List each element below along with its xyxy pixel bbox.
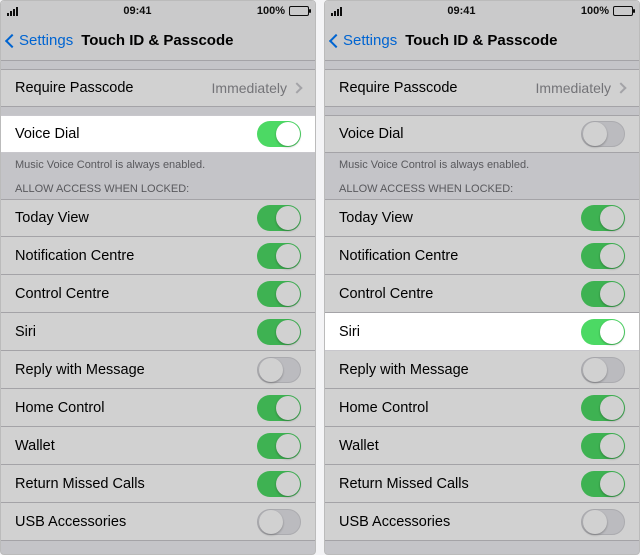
- reply-row[interactable]: Reply with Message: [325, 351, 639, 389]
- usb-toggle[interactable]: [581, 509, 625, 535]
- page-title: Touch ID & Passcode: [75, 32, 309, 49]
- siri-toggle[interactable]: [257, 319, 301, 345]
- phone-left: 09:41 100% Settings Touch ID & Passcode …: [0, 0, 316, 555]
- reply-label: Reply with Message: [15, 362, 257, 378]
- home-label: Home Control: [339, 400, 581, 416]
- today-view-row[interactable]: Today View: [325, 199, 639, 237]
- battery-pct: 100%: [581, 5, 609, 17]
- home-control-row[interactable]: Home Control: [325, 389, 639, 427]
- back-label: Settings: [19, 32, 73, 49]
- control-label: Control Centre: [15, 286, 257, 302]
- siri-row[interactable]: Siri: [325, 313, 639, 351]
- voice-dial-footer: Music Voice Control is always enabled.: [1, 153, 315, 173]
- status-time: 09:41: [447, 5, 475, 17]
- back-button[interactable]: Settings: [331, 32, 397, 49]
- voice-dial-toggle[interactable]: [257, 121, 301, 147]
- wallet-label: Wallet: [15, 438, 257, 454]
- reply-toggle[interactable]: [257, 357, 301, 383]
- control-centre-row[interactable]: Control Centre: [1, 275, 315, 313]
- voice-dial-footer: Music Voice Control is always enabled.: [325, 153, 639, 173]
- settings-list: Require Passcode Immediately Voice Dial …: [325, 61, 639, 554]
- page-title: Touch ID & Passcode: [399, 32, 633, 49]
- reply-row[interactable]: Reply with Message: [1, 351, 315, 389]
- missed-toggle[interactable]: [257, 471, 301, 497]
- wallet-row[interactable]: Wallet: [1, 427, 315, 465]
- siri-label: Siri: [15, 324, 257, 340]
- notif-toggle[interactable]: [581, 243, 625, 269]
- require-label: Require Passcode: [15, 80, 212, 96]
- missed-label: Return Missed Calls: [339, 476, 581, 492]
- usb-row[interactable]: USB Accessories: [325, 503, 639, 541]
- missed-calls-row[interactable]: Return Missed Calls: [1, 465, 315, 503]
- siri-label: Siri: [339, 324, 581, 340]
- wallet-toggle[interactable]: [257, 433, 301, 459]
- notif-label: Notification Centre: [339, 248, 581, 264]
- control-toggle[interactable]: [581, 281, 625, 307]
- chevron-right-icon: [291, 82, 302, 93]
- usb-label: USB Accessories: [15, 514, 257, 530]
- home-toggle[interactable]: [257, 395, 301, 421]
- nav-bar: Settings Touch ID & Passcode: [325, 21, 639, 61]
- chevron-left-icon: [5, 33, 19, 47]
- notification-centre-row[interactable]: Notification Centre: [325, 237, 639, 275]
- notif-toggle[interactable]: [257, 243, 301, 269]
- require-passcode-row[interactable]: Require Passcode Immediately: [1, 69, 315, 107]
- control-label: Control Centre: [339, 286, 581, 302]
- battery-icon: [289, 6, 309, 16]
- chevron-right-icon: [615, 82, 626, 93]
- allow-header: Allow Access When Locked:: [325, 173, 639, 199]
- control-toggle[interactable]: [257, 281, 301, 307]
- voice-dial-label: Voice Dial: [339, 126, 581, 142]
- voice-dial-row[interactable]: Voice Dial: [1, 115, 315, 153]
- siri-row[interactable]: Siri: [1, 313, 315, 351]
- status-bar: 09:41 100%: [1, 1, 315, 21]
- status-time: 09:41: [123, 5, 151, 17]
- signal-icon: [7, 7, 18, 16]
- battery-pct: 100%: [257, 5, 285, 17]
- allow-header: Allow Access When Locked:: [1, 173, 315, 199]
- usb-label: USB Accessories: [339, 514, 581, 530]
- missed-label: Return Missed Calls: [15, 476, 257, 492]
- require-label: Require Passcode: [339, 80, 536, 96]
- signal-icon: [331, 7, 342, 16]
- notification-centre-row[interactable]: Notification Centre: [1, 237, 315, 275]
- missed-calls-row[interactable]: Return Missed Calls: [325, 465, 639, 503]
- voice-dial-toggle[interactable]: [581, 121, 625, 147]
- reply-toggle[interactable]: [581, 357, 625, 383]
- voice-dial-row[interactable]: Voice Dial: [325, 115, 639, 153]
- phone-right: 09:41 100% Settings Touch ID & Passcode …: [324, 0, 640, 555]
- usb-toggle[interactable]: [257, 509, 301, 535]
- status-bar: 09:41 100%: [325, 1, 639, 21]
- back-button[interactable]: Settings: [7, 32, 73, 49]
- require-passcode-row[interactable]: Require Passcode Immediately: [325, 69, 639, 107]
- today-label: Today View: [15, 210, 257, 226]
- wallet-row[interactable]: Wallet: [325, 427, 639, 465]
- require-value: Immediately: [536, 80, 611, 96]
- siri-toggle[interactable]: [581, 319, 625, 345]
- today-label: Today View: [339, 210, 581, 226]
- chevron-left-icon: [329, 33, 343, 47]
- voice-dial-label: Voice Dial: [15, 126, 257, 142]
- today-toggle[interactable]: [257, 205, 301, 231]
- home-toggle[interactable]: [581, 395, 625, 421]
- require-value: Immediately: [212, 80, 287, 96]
- today-view-row[interactable]: Today View: [1, 199, 315, 237]
- missed-toggle[interactable]: [581, 471, 625, 497]
- nav-bar: Settings Touch ID & Passcode: [1, 21, 315, 61]
- home-control-row[interactable]: Home Control: [1, 389, 315, 427]
- reply-label: Reply with Message: [339, 362, 581, 378]
- control-centre-row[interactable]: Control Centre: [325, 275, 639, 313]
- settings-list: Require Passcode Immediately Voice Dial …: [1, 61, 315, 554]
- usb-row[interactable]: USB Accessories: [1, 503, 315, 541]
- wallet-label: Wallet: [339, 438, 581, 454]
- today-toggle[interactable]: [581, 205, 625, 231]
- notif-label: Notification Centre: [15, 248, 257, 264]
- wallet-toggle[interactable]: [581, 433, 625, 459]
- battery-icon: [613, 6, 633, 16]
- back-label: Settings: [343, 32, 397, 49]
- home-label: Home Control: [15, 400, 257, 416]
